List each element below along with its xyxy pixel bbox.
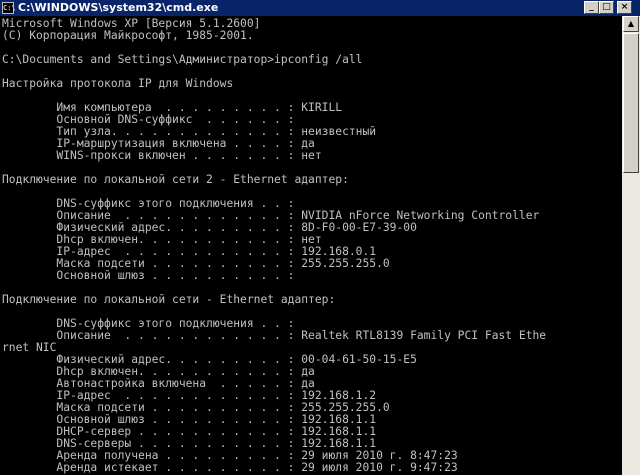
console-line: Основной шлюз . . . . . . . . . . :	[2, 269, 295, 282]
console-line: Подключение по локальной сети 2 - Ethern…	[2, 173, 349, 186]
console-line: C:\Documents and Settings\Администратор>…	[2, 53, 363, 66]
console-output[interactable]: Microsoft Windows XP [Версия 5.1.2600] (С…	[0, 16, 622, 475]
scroll-thumb[interactable]	[623, 33, 639, 173]
window-title: C:\WINDOWS\system32\cmd.exe	[18, 1, 219, 14]
minimize-icon[interactable]: _	[584, 1, 599, 14]
console-line: Настройка протокола IP для Windows	[2, 77, 234, 90]
cmd-window: C:\ C:\WINDOWS\system32\cmd.exe _ □ × Mi…	[0, 0, 640, 475]
title-bar[interactable]: C:\ C:\WINDOWS\system32\cmd.exe _ □ ×	[0, 0, 640, 16]
cmd-icon[interactable]: C:\	[2, 2, 16, 14]
close-icon[interactable]: ×	[617, 1, 632, 14]
console-line: (С) Корпорация Майкрософт, 1985-2001.	[2, 29, 254, 42]
console-line: Аренда истекает . . . . . . . . . : 29 и…	[2, 461, 458, 474]
vertical-scrollbar[interactable]: ▲	[622, 16, 640, 475]
maximize-icon[interactable]: □	[599, 1, 614, 14]
console-line: WINS-прокси включен . . . . . . . : нет	[2, 149, 322, 162]
arrow-up-icon[interactable]: ▲	[623, 16, 639, 32]
console-line: Описание . . . . . . . . . . . . : Realt…	[2, 329, 547, 342]
console-line: Подключение по локальной сети - Ethernet…	[2, 293, 336, 306]
